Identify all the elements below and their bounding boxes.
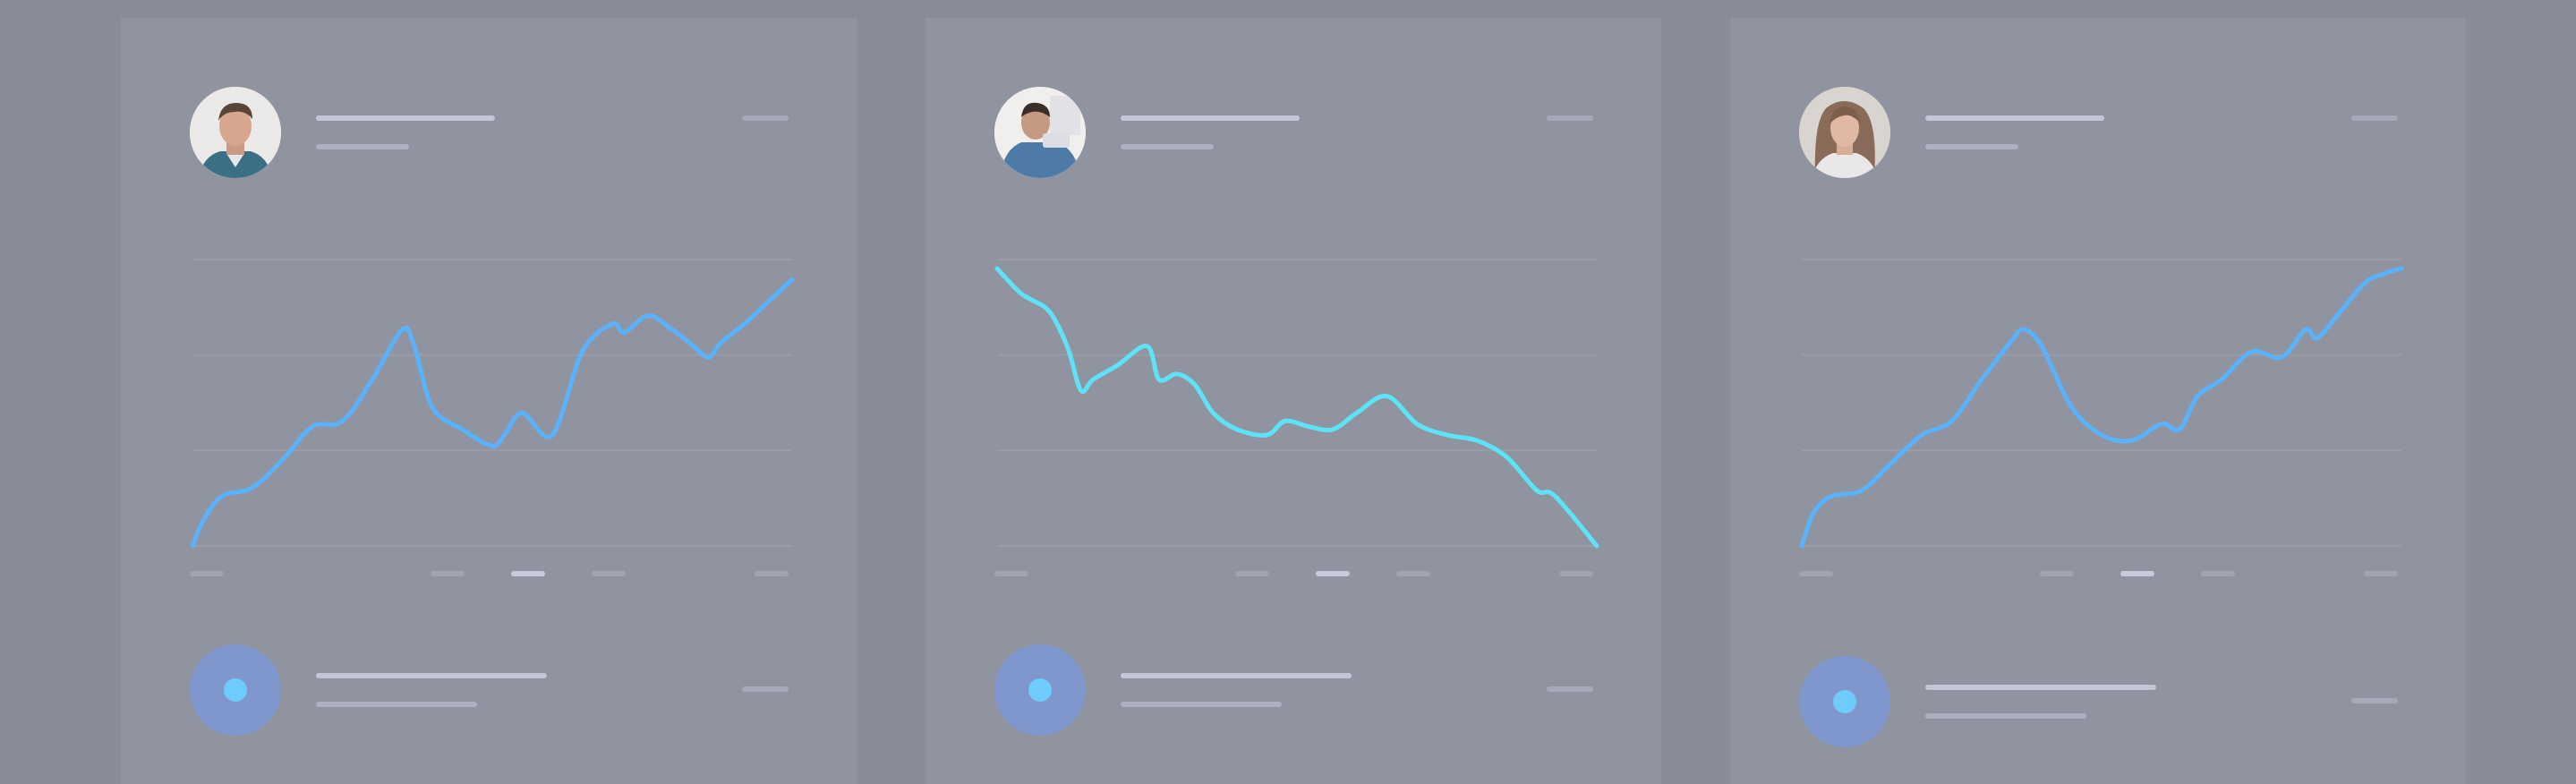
- footer-title-placeholder: [1925, 685, 2156, 690]
- x-tick-1: [431, 571, 465, 576]
- user-avatar[interactable]: [190, 87, 281, 178]
- line-chart: [1793, 242, 2410, 564]
- avatar-person-photo: [994, 87, 1086, 178]
- footer-title-placeholder: [316, 673, 547, 678]
- series-line: [994, 266, 1599, 549]
- x-tick-4: [1559, 571, 1593, 576]
- line-chart-svg: [190, 259, 795, 549]
- x-tick-4: [755, 571, 789, 576]
- target-badge[interactable]: [190, 644, 281, 736]
- profile-card-3: [1730, 18, 2466, 784]
- target-badge[interactable]: [994, 644, 1086, 736]
- x-tick-1: [2040, 571, 2074, 576]
- footer-subtitle-placeholder: [1121, 702, 1282, 707]
- card-subtitle-placeholder: [1121, 144, 1214, 149]
- card-subtitle-placeholder: [316, 144, 409, 149]
- card-meta-placeholder: [2351, 115, 2398, 121]
- footer-subtitle-placeholder: [1925, 713, 2086, 719]
- series-line: [190, 277, 795, 549]
- line-chart-svg: [994, 259, 1599, 549]
- card-subtitle-placeholder: [1925, 144, 2018, 149]
- user-avatar[interactable]: [994, 87, 1086, 178]
- card-title-placeholder: [1925, 115, 2104, 121]
- footer-meta-placeholder: [742, 686, 789, 692]
- card-title-placeholder: [1121, 115, 1300, 121]
- series-line: [1799, 266, 2404, 549]
- x-tick-2-active[interactable]: [1316, 571, 1350, 576]
- avatar-man-photo: [190, 87, 281, 178]
- footer-title-placeholder: [1121, 673, 1352, 678]
- x-tick-4: [2364, 571, 2398, 576]
- x-tick-0: [994, 571, 1028, 576]
- card-title-placeholder: [316, 115, 495, 121]
- target-badge[interactable]: [1799, 656, 1890, 747]
- x-tick-0: [1799, 571, 1833, 576]
- x-tick-0: [190, 571, 224, 576]
- x-tick-2-active[interactable]: [511, 571, 545, 576]
- avatar-woman-photo: [1799, 87, 1890, 178]
- x-tick-3: [2201, 571, 2235, 576]
- profile-card-2: [925, 18, 1661, 784]
- target-icon: [1833, 690, 1856, 713]
- x-tick-1: [1235, 571, 1269, 576]
- target-icon: [1028, 678, 1052, 702]
- footer-meta-placeholder: [2351, 698, 2398, 703]
- line-chart: [183, 242, 801, 564]
- line-chart-svg: [1799, 259, 2404, 549]
- footer-meta-placeholder: [1547, 686, 1593, 692]
- user-avatar[interactable]: [1799, 87, 1890, 178]
- profile-card-1: [121, 18, 857, 784]
- x-tick-3: [1396, 571, 1430, 576]
- x-tick-2-active[interactable]: [2120, 571, 2154, 576]
- card-meta-placeholder: [742, 115, 789, 121]
- x-tick-3: [592, 571, 626, 576]
- line-chart: [988, 242, 1606, 564]
- footer-subtitle-placeholder: [316, 702, 477, 707]
- card-meta-placeholder: [1547, 115, 1593, 121]
- target-icon: [224, 678, 247, 702]
